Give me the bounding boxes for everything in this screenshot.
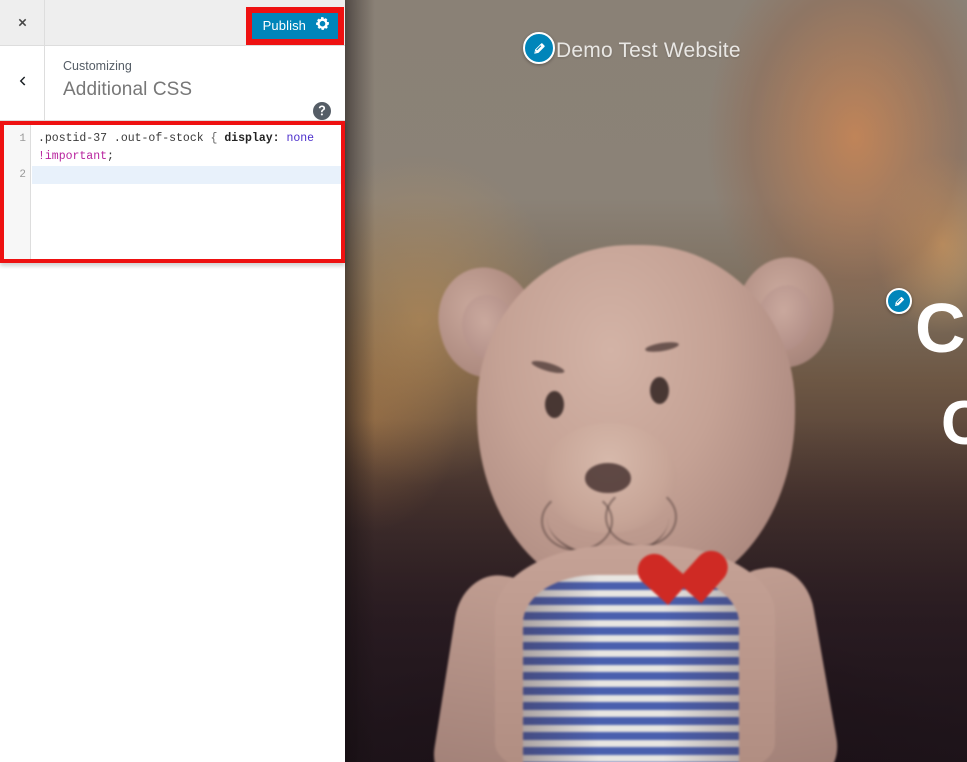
back-button[interactable] (0, 46, 45, 120)
pencil-edit-icon (532, 41, 547, 56)
publish-button[interactable]: Publish (251, 13, 338, 39)
publish-button-highlight: Publish (245, 7, 344, 45)
panel-header-text: Customizing Additional CSS (45, 46, 345, 120)
publish-button-label: Publish (262, 18, 306, 33)
hero-heading: Ch (915, 292, 967, 364)
bear-eye-right (650, 377, 669, 404)
css-semicolon-token: ; (107, 150, 114, 163)
additional-css-editor[interactable]: 1 2 .postid-37 .out-of-stock { display: … (4, 125, 341, 259)
css-selector-token: .postid-37 .out-of-stock (38, 132, 211, 145)
panel-title: Additional CSS (63, 79, 193, 100)
help-button[interactable] (312, 101, 332, 121)
edit-shortcut-site-title[interactable] (523, 32, 555, 64)
chevron-left-icon (15, 74, 29, 93)
customizer-screen: Demo Test Website Ch C Publ (0, 0, 967, 762)
shirt-shading (523, 575, 739, 762)
css-brace-token: { (210, 132, 225, 145)
panel-eyebrow: Customizing (63, 59, 132, 73)
editor-line-number-gutter: 1 2 (4, 125, 31, 259)
close-customizer-button[interactable] (0, 0, 45, 45)
additional-css-editor-highlight: 1 2 .postid-37 .out-of-stock { display: … (0, 121, 345, 263)
line-number: 2 (19, 169, 26, 181)
edit-shortcut-hero-heading[interactable] (886, 288, 912, 314)
customizer-sidebar: Publish Customizing Additional CSS 1 2 .… (0, 0, 345, 762)
gear-icon (315, 16, 330, 36)
publish-settings-button[interactable] (306, 13, 338, 39)
photo-left-shadow (345, 0, 375, 762)
hero-subheading: C (941, 392, 967, 456)
shirt-heart-patch (636, 553, 701, 614)
css-value-token: none (286, 132, 315, 145)
close-x-icon (15, 15, 30, 30)
preview-site-title[interactable]: Demo Test Website (556, 38, 741, 64)
pencil-edit-icon (893, 295, 906, 308)
customizer-topbar: Publish (0, 0, 345, 46)
css-property-token: display: (224, 132, 280, 145)
editor-code-content[interactable]: .postid-37 .out-of-stock { display: none… (32, 125, 341, 259)
customizer-panel-body (0, 263, 345, 762)
line-number: 1 (19, 133, 26, 145)
bear-eye-left (545, 391, 564, 418)
bear-cheek-right (605, 487, 677, 547)
site-preview-iframe[interactable]: Demo Test Website Ch C (345, 0, 967, 762)
bear-striped-shirt (523, 575, 739, 762)
teddy-bear-illustration (425, 245, 845, 762)
bear-cheek-left (541, 491, 613, 551)
panel-header: Customizing Additional CSS (0, 46, 345, 121)
